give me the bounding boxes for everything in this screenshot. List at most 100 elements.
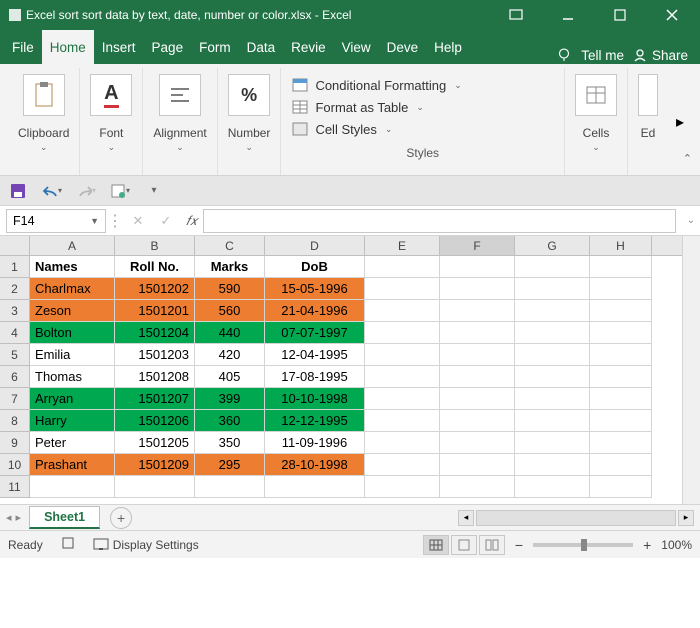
cell[interactable]: 350	[195, 432, 265, 454]
save-button[interactable]	[8, 181, 28, 201]
number-button[interactable]: %	[228, 74, 270, 116]
cell[interactable]	[440, 278, 515, 300]
cell[interactable]	[365, 322, 440, 344]
column-header-C[interactable]: C	[195, 236, 265, 255]
hscroll-right[interactable]: ▸	[678, 510, 694, 526]
close-button[interactable]	[652, 0, 692, 30]
cell[interactable]	[440, 300, 515, 322]
cell[interactable]: 12-12-1995	[265, 410, 365, 432]
tab-page[interactable]: Page	[144, 30, 192, 64]
cell[interactable]: Emilia	[30, 344, 115, 366]
sheet-tab-active[interactable]: Sheet1	[29, 506, 100, 529]
alignment-button[interactable]	[159, 74, 201, 116]
cell[interactable]	[265, 476, 365, 498]
tellme-label[interactable]: Tell me	[581, 48, 624, 63]
cells-launcher[interactable]: ⌄	[592, 142, 600, 153]
cell[interactable]: 420	[195, 344, 265, 366]
cell[interactable]: 1501202	[115, 278, 195, 300]
cell[interactable]	[365, 476, 440, 498]
cell-styles-button[interactable]: Cell Styles ⌄	[291, 118, 554, 140]
cell[interactable]	[440, 344, 515, 366]
cell[interactable]: 11-09-1996	[265, 432, 365, 454]
cell[interactable]	[440, 256, 515, 278]
accessibility-icon[interactable]	[61, 536, 75, 553]
row-header[interactable]: 7	[0, 388, 30, 410]
cell[interactable]	[515, 278, 590, 300]
cell[interactable]: 1501207	[115, 388, 195, 410]
paste-button[interactable]	[23, 74, 65, 116]
name-box[interactable]: F14 ▼	[6, 209, 106, 233]
expand-formula-bar[interactable]: ⌄	[682, 215, 700, 226]
hscroll-left[interactable]: ◂	[458, 510, 474, 526]
tab-developer[interactable]: Deve	[379, 30, 427, 64]
cell[interactable]	[515, 476, 590, 498]
cell[interactable]	[365, 300, 440, 322]
cell[interactable]	[440, 432, 515, 454]
cell[interactable]	[590, 476, 652, 498]
cell[interactable]	[115, 476, 195, 498]
cell[interactable]	[515, 366, 590, 388]
row-header[interactable]: 5	[0, 344, 30, 366]
cell[interactable]	[365, 256, 440, 278]
add-sheet-button[interactable]: +	[110, 507, 132, 529]
row-header[interactable]: 3	[0, 300, 30, 322]
cell[interactable]: 399	[195, 388, 265, 410]
cell[interactable]: 1501204	[115, 322, 195, 344]
ribbon-display-icon[interactable]	[496, 0, 536, 30]
cell[interactable]	[440, 454, 515, 476]
cell[interactable]	[440, 322, 515, 344]
minimize-button[interactable]	[548, 0, 588, 30]
cell[interactable]: Names	[30, 256, 115, 278]
cell[interactable]: DoB	[265, 256, 365, 278]
cell[interactable]: 440	[195, 322, 265, 344]
cell[interactable]	[515, 300, 590, 322]
cell[interactable]	[590, 344, 652, 366]
fx-label[interactable]: 𝑓𝑥	[180, 213, 203, 229]
clipboard-launcher[interactable]: ⌄	[40, 142, 48, 153]
cell[interactable]	[590, 300, 652, 322]
view-page-break-button[interactable]	[479, 535, 505, 555]
cell[interactable]	[515, 344, 590, 366]
cells-button[interactable]	[575, 74, 617, 116]
row-header[interactable]: 9	[0, 432, 30, 454]
vertical-scrollbar[interactable]	[682, 236, 700, 504]
horizontal-scrollbar[interactable]	[476, 510, 676, 526]
display-settings-button[interactable]: Display Settings	[93, 538, 199, 552]
cell[interactable]	[440, 476, 515, 498]
font-launcher[interactable]: ⌄	[108, 142, 116, 153]
cell[interactable]: Zeson	[30, 300, 115, 322]
cell[interactable]	[590, 256, 652, 278]
tab-help[interactable]: Help	[426, 30, 470, 64]
tellme-icon[interactable]	[555, 46, 573, 64]
column-header-E[interactable]: E	[365, 236, 440, 255]
row-header[interactable]: 6	[0, 366, 30, 388]
cell[interactable]	[590, 388, 652, 410]
cell[interactable]: Harry	[30, 410, 115, 432]
cell[interactable]	[365, 432, 440, 454]
cell[interactable]: Bolton	[30, 322, 115, 344]
touch-mode-button[interactable]: ▾	[110, 181, 130, 201]
select-all-corner[interactable]	[0, 236, 30, 255]
cell[interactable]: 1501201	[115, 300, 195, 322]
tab-file[interactable]: File	[4, 30, 42, 64]
cell[interactable]: 1501205	[115, 432, 195, 454]
zoom-out-button[interactable]: −	[515, 537, 523, 553]
cell[interactable]	[515, 388, 590, 410]
cell[interactable]: 1501206	[115, 410, 195, 432]
cell[interactable]	[365, 410, 440, 432]
view-normal-button[interactable]	[423, 535, 449, 555]
cell[interactable]	[30, 476, 115, 498]
cell[interactable]	[590, 322, 652, 344]
cell[interactable]	[515, 454, 590, 476]
cell[interactable]	[365, 278, 440, 300]
tab-insert[interactable]: Insert	[94, 30, 144, 64]
cell[interactable]: Peter	[30, 432, 115, 454]
formula-input[interactable]	[203, 209, 676, 233]
column-header-H[interactable]: H	[590, 236, 652, 255]
cell[interactable]	[590, 278, 652, 300]
zoom-in-button[interactable]: +	[643, 537, 651, 553]
column-header-F[interactable]: F	[440, 236, 515, 255]
cell[interactable]: 28-10-1998	[265, 454, 365, 476]
column-header-B[interactable]: B	[115, 236, 195, 255]
cell[interactable]	[515, 410, 590, 432]
